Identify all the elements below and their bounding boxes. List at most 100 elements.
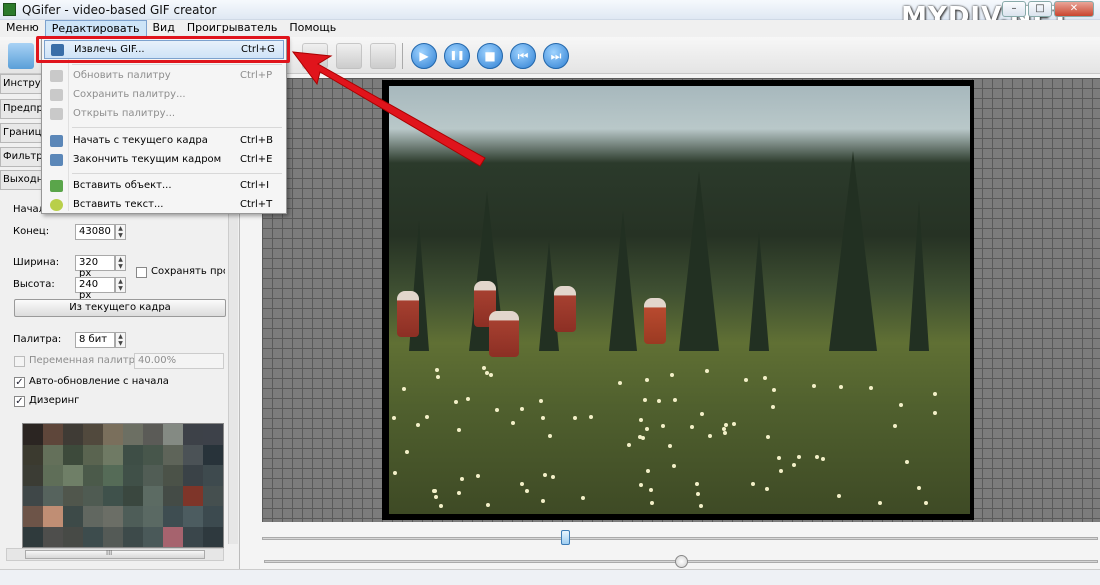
palette-swatch [43,444,63,465]
insert-text-icon [50,199,63,211]
play-button[interactable]: ▶ [411,43,437,69]
preview-area [240,74,1100,569]
palette-swatch [43,424,63,445]
height-stepper[interactable]: ▲ ▼ [115,277,126,293]
end-frame-field[interactable]: 43080 [75,224,115,240]
from-current-frame-button[interactable]: Из текущего кадра [14,299,226,317]
menu-item-refresh-palette[interactable]: Обновить палитру Ctrl+P [44,67,284,86]
pause-button[interactable]: ❚❚ [444,43,470,69]
dithering-checkbox[interactable]: ✓ [14,396,25,407]
palette-swatch [43,526,63,547]
end-frame-icon [50,154,63,166]
height-label: Высота: [13,279,55,290]
tab-filters[interactable]: Фильтр [0,147,45,167]
height-field[interactable]: 240 px [75,277,115,301]
next-button[interactable]: ⏭ [543,43,569,69]
palette-swatch [183,444,203,465]
palette-swatch [123,506,143,527]
edit-menu-dropdown: Извлечь GIF... Ctrl+G Обновить палитру C… [41,37,287,214]
previous-button[interactable]: ⏮ [510,43,536,69]
edit-icon[interactable] [302,43,328,69]
tab-output[interactable]: Выходн [0,170,45,190]
maximize-button[interactable]: □ [1028,1,1052,17]
palette-swatch [143,465,163,486]
palette-bits-stepper[interactable]: ▲ ▼ [115,332,126,348]
close-button[interactable]: ✕ [1054,1,1094,17]
palette-swatch [23,485,43,506]
save-gif-icon[interactable] [370,43,396,69]
range-slider-track[interactable] [262,537,1098,540]
end-label: Конец: [13,226,50,237]
palette-swatch [63,465,83,486]
palette-swatch [43,465,63,486]
palette-swatch [23,526,43,547]
variable-palette-field[interactable]: 40.00% [134,353,224,369]
palette-swatch [103,506,123,527]
insert-object-icon [50,180,63,192]
window-title: QGifer - video-based GIF creator [22,3,217,17]
palette-swatch [203,444,223,465]
palette-swatch [183,506,203,527]
highlight-box [36,36,290,63]
tab-tools[interactable]: Инструме [0,74,45,94]
refresh-palette-icon [50,70,63,82]
minimize-button[interactable]: – [1002,1,1026,17]
palette-swatch [43,485,63,506]
tab-preprocess[interactable]: Предпр [0,99,45,119]
palette-swatch [103,526,123,547]
title-bar: QGifer - video-based GIF creator MYDIV.N… [0,0,1100,32]
palette-swatch [163,465,183,486]
menu-item-end-at-frame[interactable]: Закончить текущим кадром Ctrl+E [44,151,284,170]
palette-swatch [143,424,163,445]
keep-ratio-checkbox[interactable] [136,267,147,278]
palette-swatch [203,506,223,527]
open-palette-icon [50,108,63,120]
palette-swatch [203,526,223,547]
open-video-icon[interactable] [8,43,34,69]
palette-swatch [183,424,203,445]
variable-palette-label: Переменная палитра: [29,355,145,366]
tab-margins[interactable]: Границ [0,123,45,143]
video-frame[interactable] [382,80,974,520]
menu-bar: Меню Редактировать Вид Проигрыватель Пом… [0,20,1100,37]
width-stepper[interactable]: ▲ ▼ [115,255,126,271]
palette-swatch [203,424,223,445]
app-icon [3,3,16,16]
menu-item-start-from-frame[interactable]: Начать с текущего кадра Ctrl+B [44,132,284,151]
menu-view[interactable]: Вид [147,20,181,37]
menu-help[interactable]: Помощь [283,20,342,37]
variable-palette-checkbox[interactable] [14,356,25,367]
video-preview [389,86,970,514]
width-field[interactable]: 320 px [75,255,115,279]
horizontal-scrollbar[interactable]: III [6,548,224,561]
seek-slider-knob[interactable] [675,555,688,568]
scroll-grip: III [106,549,113,557]
palette-swatch [123,485,143,506]
menu-item-open-palette[interactable]: Открыть палитру... [44,105,284,124]
palette-swatch [163,424,183,445]
menu-player[interactable]: Проигрыватель [181,20,284,37]
auto-update-checkbox[interactable]: ✓ [14,377,25,388]
menu-edit[interactable]: Редактировать [44,20,147,37]
palette-swatch [83,424,103,445]
range-slider-handle[interactable] [561,530,570,545]
end-frame-stepper[interactable]: ▲ ▼ [115,224,126,240]
save-icon[interactable] [336,43,362,69]
palette-swatch [83,444,103,465]
palette-bits-field[interactable]: 8 бит [75,332,115,348]
menu-item-insert-object[interactable]: Вставить объект... Ctrl+I [44,177,284,196]
palette-swatch [183,465,203,486]
palette-swatch [183,526,203,547]
palette-swatch [63,444,83,465]
palette-swatch [123,424,143,445]
palette-swatch [83,526,103,547]
stop-button[interactable]: ■ [477,43,503,69]
palette-swatch [63,506,83,527]
menu-main[interactable]: Меню [0,20,45,37]
menu-item-insert-text[interactable]: Вставить текст... Ctrl+T [44,196,284,215]
menu-item-save-palette[interactable]: Сохранить палитру... [44,86,284,105]
scrollbar-thumb[interactable]: III [25,549,205,559]
start-frame-icon [50,135,63,147]
palette-swatch [203,465,223,486]
vertical-scrollbar[interactable] [228,199,238,544]
